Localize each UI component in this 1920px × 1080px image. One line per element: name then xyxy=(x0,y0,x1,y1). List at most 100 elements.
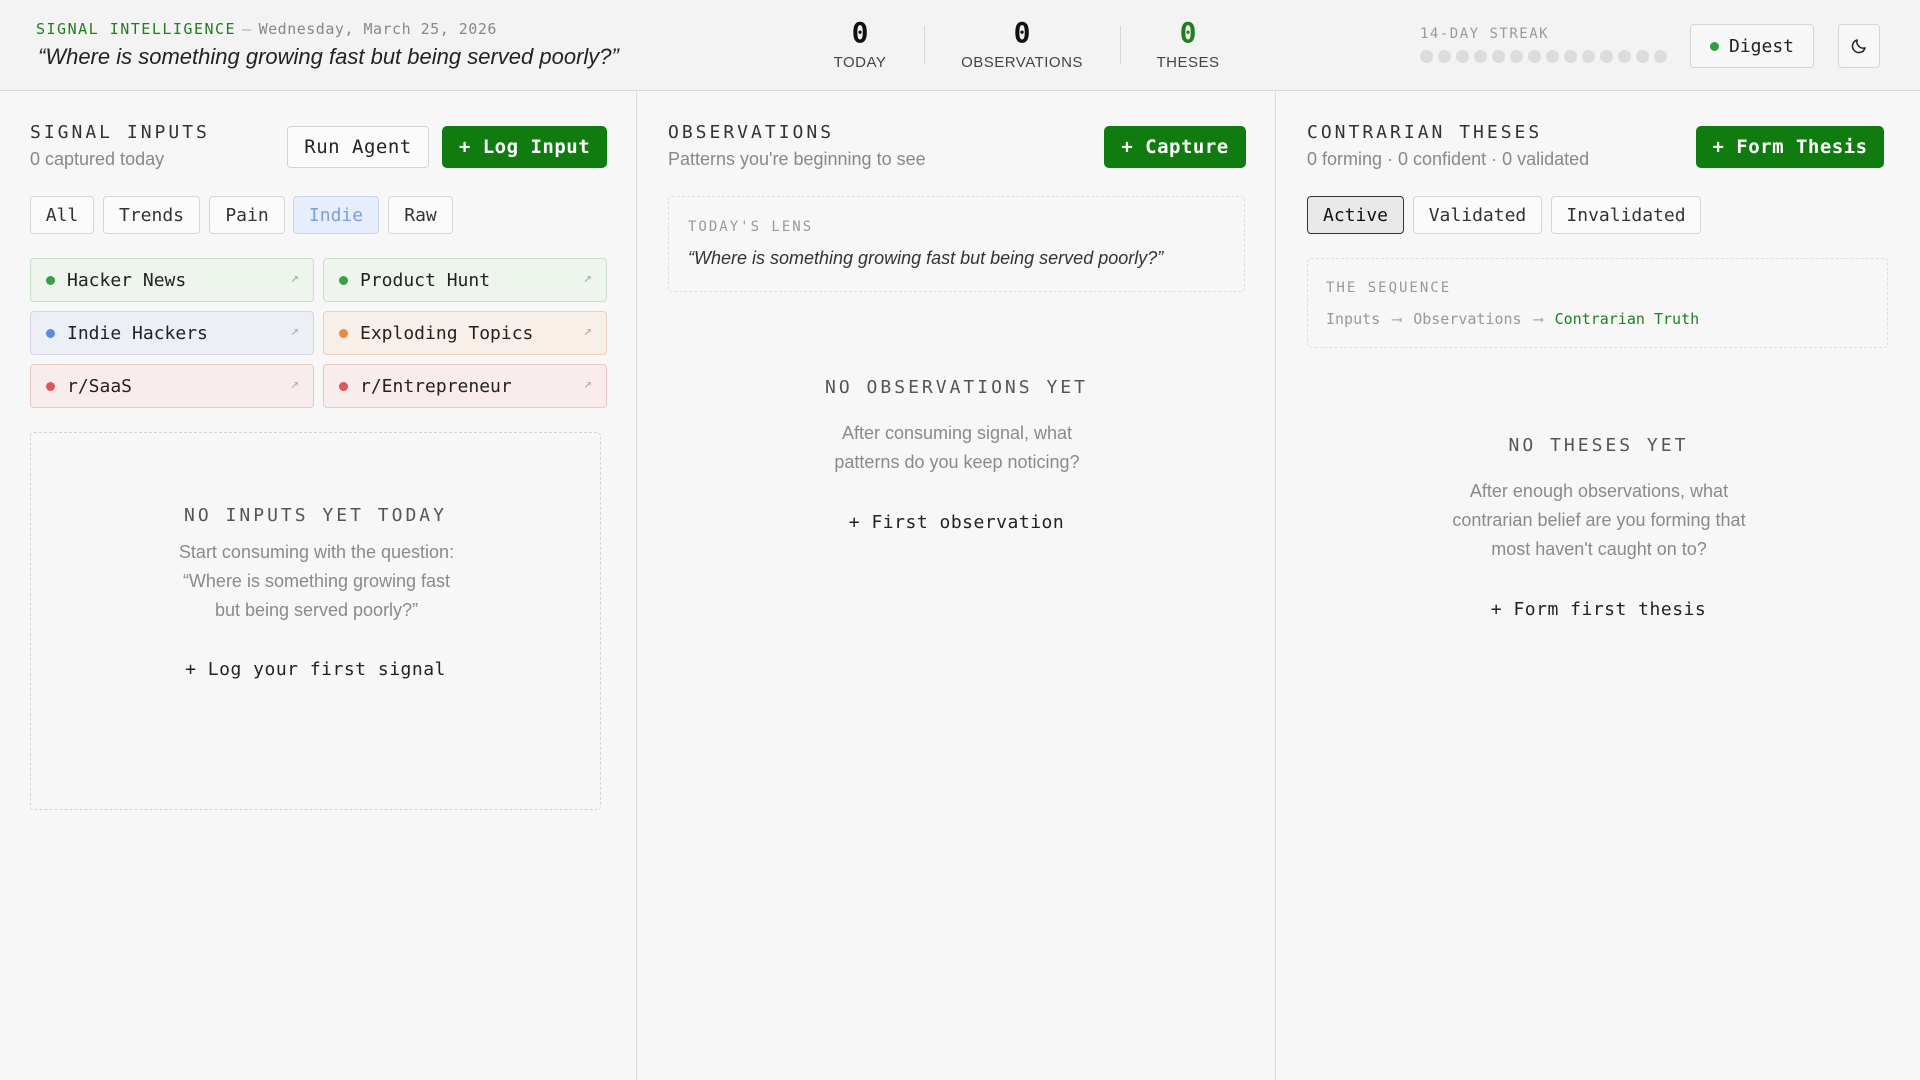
theses-subtitle: 0 forming · 0 confident · 0 validated xyxy=(1307,149,1590,169)
form-first-thesis-link[interactable]: + Form first thesis xyxy=(1277,599,1920,620)
moon-icon xyxy=(1851,39,1866,54)
source-r-saas[interactable]: r/SaaS ↗ xyxy=(30,364,314,408)
source-hacker-news[interactable]: Hacker News ↗ xyxy=(30,258,314,302)
log-input-button[interactable]: + Log Input xyxy=(442,126,607,168)
theses-empty-text: After enough observations, what contrari… xyxy=(1452,481,1746,559)
external-link-icon: ↗ xyxy=(290,323,299,339)
source-label: Product Hunt xyxy=(360,269,491,291)
source-label: Indie Hackers xyxy=(67,322,208,344)
filter-chip-all[interactable]: All xyxy=(30,196,94,234)
theme-toggle-button[interactable] xyxy=(1838,24,1880,68)
external-link-icon: ↗ xyxy=(583,323,592,339)
streak-day-dot xyxy=(1492,50,1505,63)
observations-subtitle: Patterns you're beginning to see xyxy=(668,149,926,169)
signal-inputs-subtitle: 0 captured today xyxy=(30,149,165,169)
sequence-step-inputs: Inputs xyxy=(1326,310,1381,328)
inputs-empty-title: NO INPUTS YET TODAY xyxy=(184,505,447,526)
stat-observations-label: OBSERVATIONS xyxy=(961,54,1083,71)
streak-day-dot xyxy=(1420,50,1433,63)
digest-button[interactable]: Digest xyxy=(1690,24,1814,68)
source-r-entrepreneur[interactable]: r/Entrepreneur ↗ xyxy=(323,364,607,408)
streak-day-dot xyxy=(1474,50,1487,63)
sequence-steps: Inputs ⟶ Observations ⟶ Contrarian Truth xyxy=(1326,310,1699,328)
source-status-dot xyxy=(339,328,348,338)
digest-status-dot xyxy=(1709,41,1719,51)
stat-theses: 0 THESES xyxy=(1148,16,1228,72)
source-label: Exploding Topics xyxy=(360,322,534,344)
streak-day-dot xyxy=(1438,50,1451,63)
lens-label: TODAY'S LENS xyxy=(688,219,814,235)
filter-chip-pain[interactable]: Pain xyxy=(209,196,285,234)
source-status-dot xyxy=(46,275,55,285)
observations-empty-title: NO OBSERVATIONS YET xyxy=(825,377,1088,398)
streak-label: 14-DAY STREAK xyxy=(1420,26,1550,42)
stat-theses-label: THESES xyxy=(1156,54,1220,71)
streak-day-dot xyxy=(1528,50,1541,63)
capture-button[interactable]: + Capture xyxy=(1104,126,1246,168)
observations-title: OBSERVATIONS xyxy=(668,122,835,143)
log-first-signal-link[interactable]: + Log your first signal xyxy=(31,659,600,680)
stat-today: 0 TODAY xyxy=(824,16,896,72)
streak-day-dot xyxy=(1618,50,1631,63)
source-label: r/Entrepreneur xyxy=(360,375,512,397)
theses-title: CONTRARIAN THESES xyxy=(1307,122,1543,143)
stat-today-label: TODAY xyxy=(833,54,887,71)
stat-today-value: 0 xyxy=(851,16,869,49)
theses-empty-title: NO THESES YET xyxy=(1508,435,1689,456)
signal-inputs-panel: SIGNAL INPUTS 0 captured today Run Agent… xyxy=(0,91,637,1080)
lens-quote: “Where is something growing fast but bei… xyxy=(688,248,1164,268)
observations-panel: OBSERVATIONS Patterns you're beginning t… xyxy=(638,91,1276,1080)
streak-dots xyxy=(1420,50,1667,63)
sequence-card: THE SEQUENCE Inputs ⟶ Observations ⟶ Contrar… xyxy=(1307,258,1888,348)
filter-chip-raw[interactable]: Raw xyxy=(388,196,453,234)
sequence-label: THE SEQUENCE xyxy=(1326,280,1452,296)
source-label: r/SaaS xyxy=(67,375,133,397)
tab-validated[interactable]: Validated xyxy=(1413,196,1542,234)
inputs-empty-text: Start consuming with the question: “Wher… xyxy=(178,542,455,620)
stat-observations: 0 OBSERVATIONS xyxy=(952,16,1092,72)
source-status-dot xyxy=(46,328,55,338)
todays-lens-card: TODAY'S LENS “Where is something growing… xyxy=(668,196,1245,292)
tab-active[interactable]: Active xyxy=(1307,196,1404,234)
tab-invalidated[interactable]: Invalidated xyxy=(1551,196,1701,234)
form-thesis-button[interactable]: + Form Thesis xyxy=(1696,126,1884,168)
run-agent-button[interactable]: Run Agent xyxy=(287,126,429,168)
observations-empty-text: After consuming signal, what patterns do… xyxy=(834,423,1080,472)
sequence-step-contrarian-truth: Contrarian Truth xyxy=(1554,310,1700,328)
stat-theses-value: 0 xyxy=(1179,16,1197,49)
streak-day-dot xyxy=(1600,50,1613,63)
streak-day-dot xyxy=(1456,50,1469,63)
filter-chip-trends[interactable]: Trends xyxy=(103,196,200,234)
top-header: SIGNAL INTELLIGENCE — Wednesday, March 25,… xyxy=(0,0,1920,91)
external-link-icon: ↗ xyxy=(583,270,592,286)
streak-day-dot xyxy=(1654,50,1667,63)
external-link-icon: ↗ xyxy=(583,376,592,392)
stat-observations-value: 0 xyxy=(1013,16,1031,49)
source-label: Hacker News xyxy=(67,269,187,291)
stat-divider xyxy=(1120,26,1121,64)
streak-day-dot xyxy=(1564,50,1577,63)
external-link-icon: ↗ xyxy=(290,376,299,392)
streak-day-dot xyxy=(1636,50,1649,63)
sequence-step-observations: Observations xyxy=(1413,310,1522,328)
source-indie-hackers[interactable]: Indie Hackers ↗ xyxy=(30,311,314,355)
streak-day-dot xyxy=(1546,50,1559,63)
filter-chip-indie[interactable]: Indie xyxy=(293,196,379,234)
inputs-empty-state: NO INPUTS YET TODAY Start consuming with… xyxy=(30,432,601,810)
source-status-dot xyxy=(339,381,348,391)
source-status-dot xyxy=(46,381,55,391)
source-product-hunt[interactable]: Product Hunt ↗ xyxy=(323,258,607,302)
arrow-right-icon: ⟶ xyxy=(1533,310,1543,328)
streak-tracker: 14-DAY STREAK xyxy=(1420,26,1667,63)
first-observation-link[interactable]: + First observation xyxy=(638,512,1275,533)
streak-day-dot xyxy=(1510,50,1523,63)
header-quote: “Where is something growing fast but bei… xyxy=(38,44,619,69)
brand-name: SIGNAL INTELLIGENCE xyxy=(36,20,237,38)
digest-label: Digest xyxy=(1728,35,1795,57)
header-date: Wednesday, March 25, 2026 xyxy=(258,20,497,38)
stat-divider xyxy=(924,26,925,64)
arrow-right-icon: ⟶ xyxy=(1392,310,1402,328)
external-link-icon: ↗ xyxy=(290,270,299,286)
source-exploding-topics[interactable]: Exploding Topics ↗ xyxy=(323,311,607,355)
brand-separator: — xyxy=(242,20,253,38)
